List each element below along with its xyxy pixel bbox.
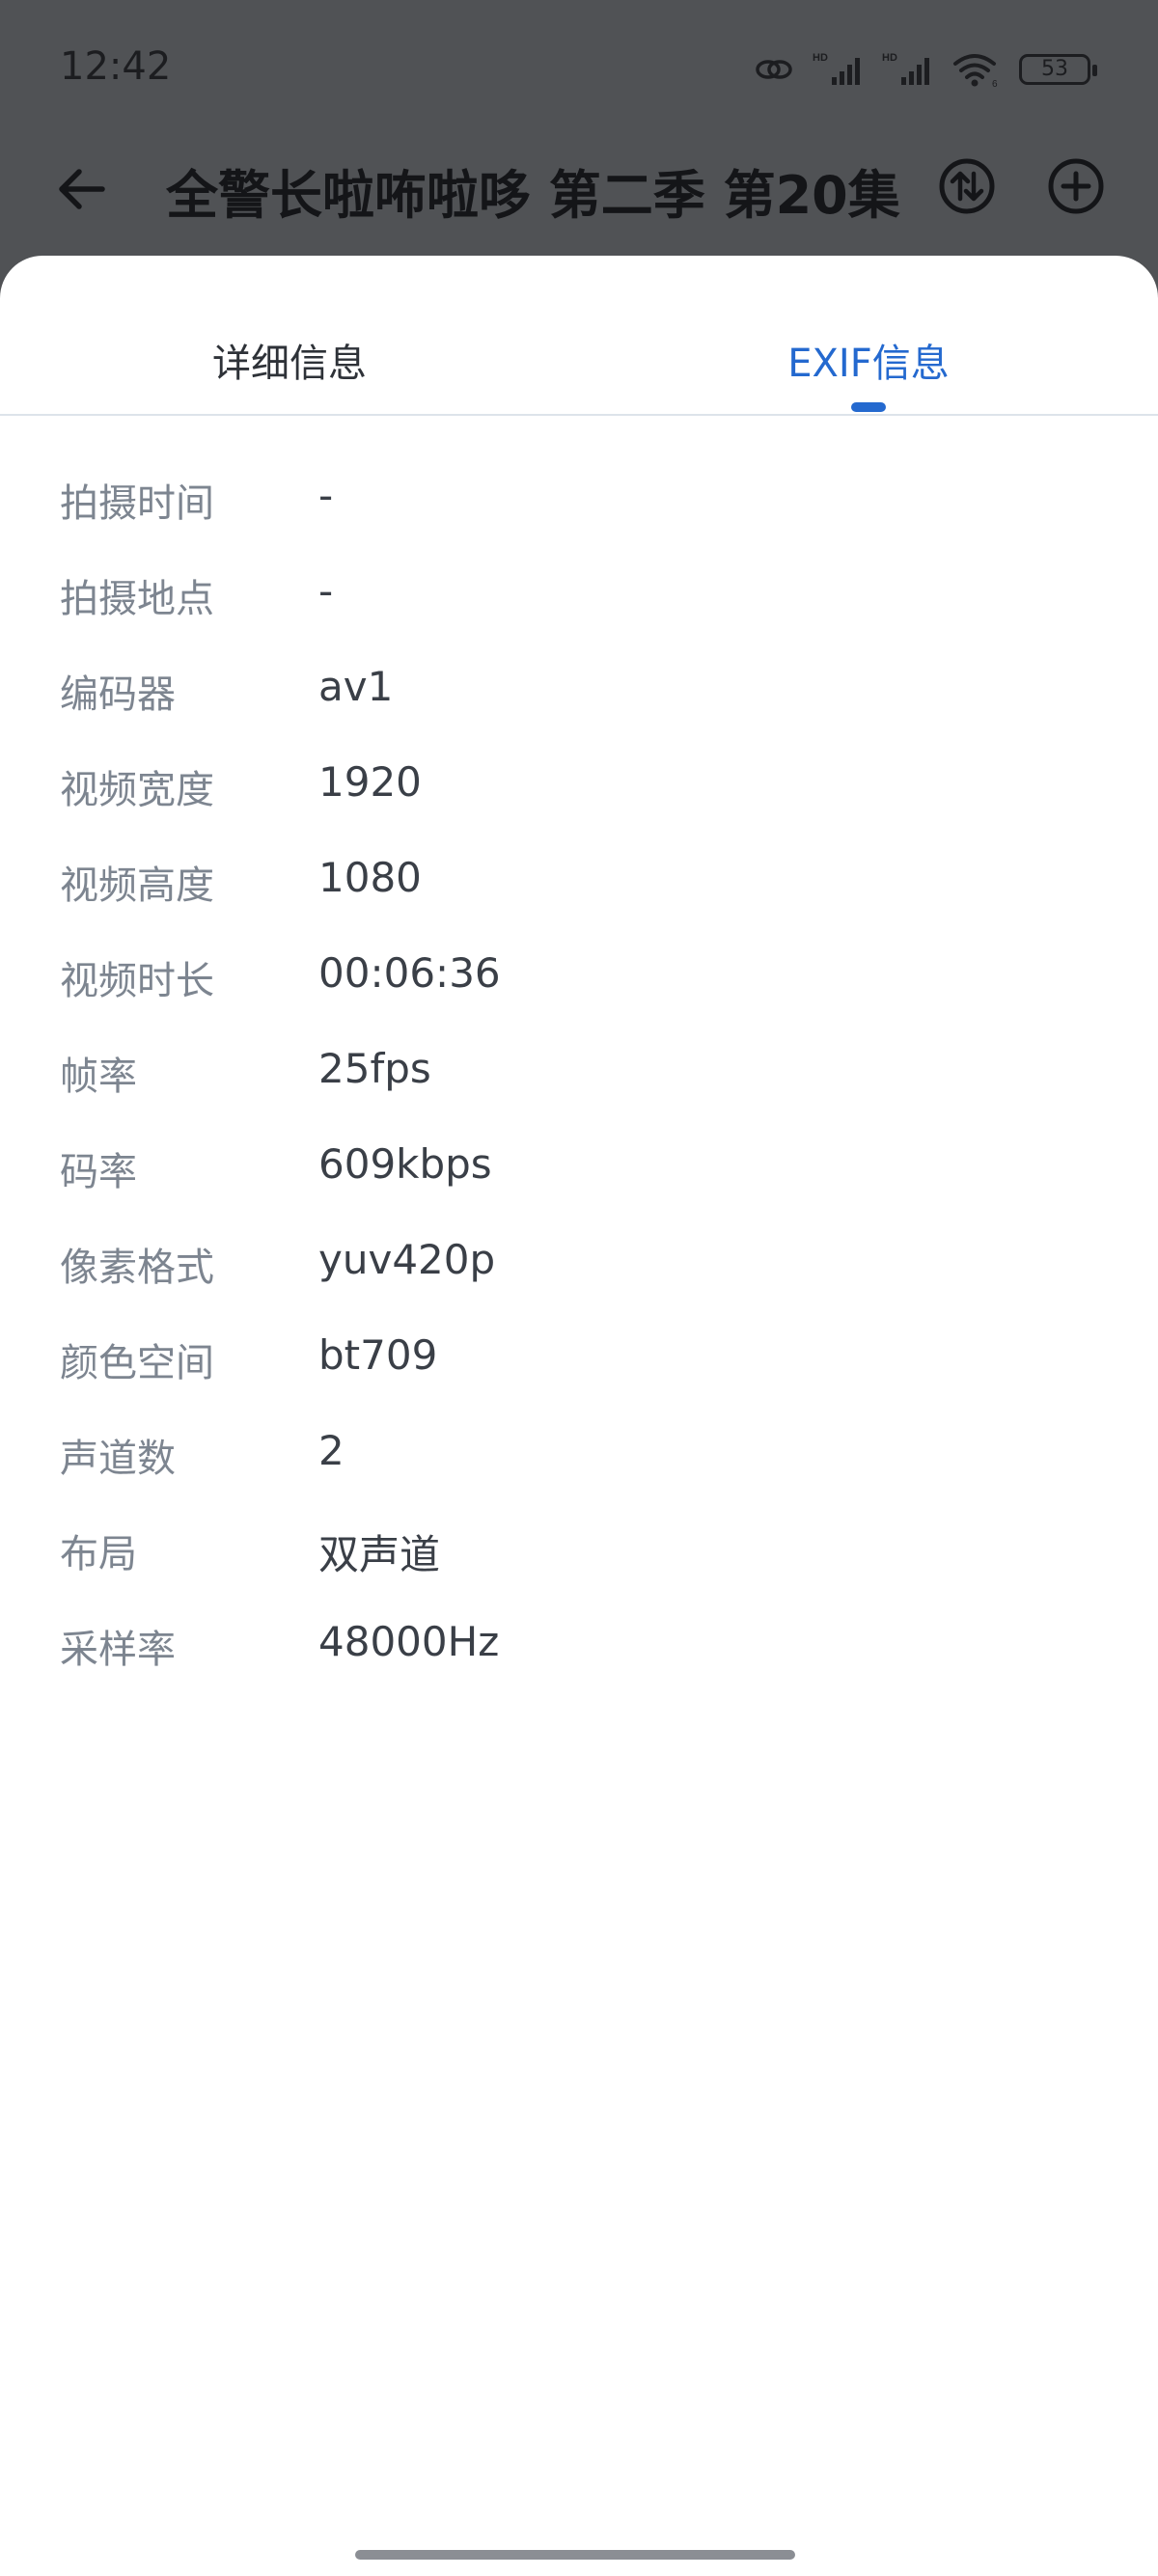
exif-value: 双声道 — [318, 1531, 441, 1578]
exif-label: 视频高度 — [60, 863, 214, 908]
tab-details[interactable]: 详细信息 — [0, 339, 579, 389]
status-icons: HD HD 6 53 — [753, 48, 1097, 91]
exif-label: 帧率 — [60, 1055, 137, 1099]
exif-row-channels: 声道数 2 — [0, 1410, 1158, 1505]
exif-value: 1920 — [318, 758, 422, 806]
svg-text:HD: HD — [813, 52, 828, 64]
exif-row-video-width: 视频宽度 1920 — [0, 741, 1158, 836]
tab-exif[interactable]: EXIF信息 — [579, 339, 1158, 389]
exif-value: - — [318, 472, 334, 519]
status-bar: 12:42 HD HD 6 53 — [0, 0, 1158, 135]
add-button[interactable] — [1044, 156, 1108, 220]
exif-value: yuv420p — [318, 1236, 496, 1283]
exif-label: 编码器 — [60, 672, 176, 717]
exif-value: - — [318, 567, 334, 615]
exif-row-capture-time: 拍摄时间 - — [0, 454, 1158, 550]
exif-label: 采样率 — [60, 1628, 176, 1672]
exif-value: 2 — [318, 1427, 345, 1474]
svg-text:6: 6 — [992, 79, 998, 89]
exif-value: 609kbps — [318, 1140, 492, 1188]
exif-value: 1080 — [318, 854, 422, 901]
exif-row-bitrate: 码率 609kbps — [0, 1123, 1158, 1219]
exif-value: 00:06:36 — [318, 949, 501, 997]
exif-label: 拍摄时间 — [60, 481, 214, 526]
link-icon — [753, 53, 795, 86]
exif-label: 视频时长 — [60, 959, 214, 1003]
exif-label: 码率 — [60, 1150, 137, 1194]
page-title: 全警长啦咘啦哆 第二季 第20集 — [166, 165, 900, 226]
info-bottom-sheet: 详细信息 EXIF信息 拍摄时间 - 拍摄地点 - 编码器 av1 视频宽度 1… — [0, 256, 1158, 2576]
exif-row-frame-rate: 帧率 25fps — [0, 1028, 1158, 1123]
wifi-icon: 6 — [951, 50, 1002, 89]
sort-button[interactable] — [935, 156, 999, 220]
exif-label: 颜色空间 — [60, 1341, 214, 1385]
tab-indicator — [851, 402, 886, 412]
exif-value: av1 — [318, 663, 394, 710]
exif-label: 拍摄地点 — [60, 577, 214, 621]
exif-row-video-duration: 视频时长 00:06:36 — [0, 932, 1158, 1028]
exif-row-capture-location: 拍摄地点 - — [0, 550, 1158, 645]
exif-value: bt709 — [318, 1331, 438, 1379]
exif-row-codec: 编码器 av1 — [0, 645, 1158, 741]
exif-row-video-height: 视频高度 1080 — [0, 836, 1158, 932]
hd-signal-icon: HD — [882, 50, 934, 89]
exif-row-color-space: 颜色空间 bt709 — [0, 1314, 1158, 1410]
status-time: 12:42 — [60, 44, 172, 89]
exif-label: 像素格式 — [60, 1246, 214, 1290]
app-bar: 全警长啦咘啦哆 第二季 第20集 — [0, 135, 1158, 256]
back-button[interactable] — [50, 160, 112, 222]
add-circle-icon — [1046, 156, 1106, 220]
back-arrow-icon — [54, 162, 108, 220]
exif-list: 拍摄时间 - 拍摄地点 - 编码器 av1 视频宽度 1920 视频高度 108… — [0, 454, 1158, 1696]
exif-row-pixel-format: 像素格式 yuv420p — [0, 1219, 1158, 1314]
exif-label: 声道数 — [60, 1437, 176, 1481]
svg-text:HD: HD — [882, 52, 897, 64]
exif-value: 25fps — [318, 1045, 431, 1092]
home-indicator[interactable] — [355, 2550, 795, 2560]
exif-label: 布局 — [60, 1532, 137, 1576]
sort-swap-icon — [937, 156, 997, 220]
hd-signal-icon: HD — [813, 50, 865, 89]
exif-value: 48000Hz — [318, 1618, 500, 1665]
exif-row-channel-layout: 布局 双声道 — [0, 1505, 1158, 1601]
exif-label: 视频宽度 — [60, 768, 214, 812]
exif-row-sample-rate: 采样率 48000Hz — [0, 1601, 1158, 1696]
tab-bar: 详细信息 EXIF信息 — [0, 256, 1158, 416]
battery-icon: 53 — [1019, 54, 1097, 85]
